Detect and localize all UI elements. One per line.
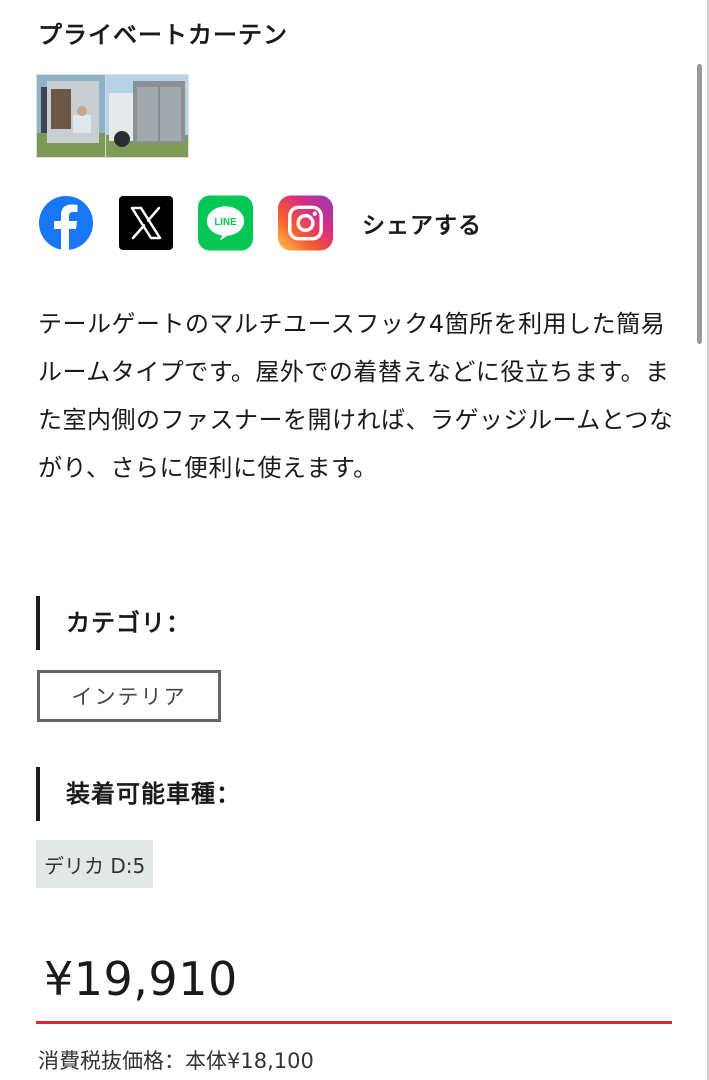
- category-heading: カテゴリ：: [36, 596, 191, 650]
- category-tag[interactable]: インテリア: [37, 670, 221, 722]
- x-icon[interactable]: [118, 196, 173, 251]
- price: ¥19,910: [44, 952, 238, 1006]
- product-page: プライベートカーテン LINE シェアする テールゲートのマルチユースフック4箇…: [0, 0, 709, 1080]
- scrollbar[interactable]: [697, 64, 702, 344]
- product-title: プライベートカーテン: [38, 21, 288, 49]
- share-row: LINE シェアする: [38, 194, 482, 252]
- price-divider: [36, 1021, 672, 1024]
- thumbnail-image: [37, 75, 188, 157]
- instagram-icon[interactable]: [278, 195, 333, 251]
- product-description: テールゲートのマルチユースフック4箇所を利用した簡易ルームタイプです。屋外での着…: [38, 310, 674, 482]
- compatible-model-tag[interactable]: デリカ D:5: [36, 840, 154, 888]
- line-logo-text: LINE: [214, 217, 237, 228]
- compatible-models-heading: 装着可能車種：: [36, 767, 241, 821]
- tax-excluded-price: 消費税抜価格：本体¥18,100: [38, 1049, 314, 1073]
- line-icon[interactable]: LINE: [198, 195, 253, 251]
- share-label: シェアする: [362, 213, 482, 239]
- facebook-icon[interactable]: [38, 196, 93, 251]
- product-thumbnail[interactable]: [36, 74, 189, 158]
